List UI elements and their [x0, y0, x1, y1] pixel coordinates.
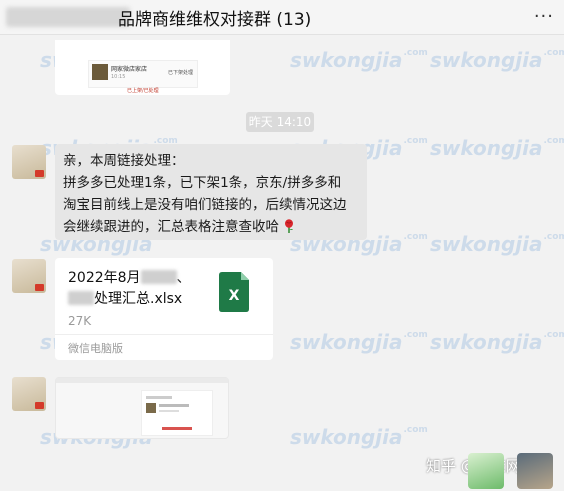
image-message-top[interactable]: 网家微店家店 10:15 已下架处理 已上架/已处理: [55, 40, 230, 95]
file-message-card[interactable]: 2022年8月、 处理汇总.xlsx X 27K 微信电脑版: [55, 258, 273, 360]
thumbnail-right: 已下架处理: [167, 70, 193, 76]
divider: [55, 334, 273, 335]
thumbnail-sub: 10:15: [111, 74, 126, 80]
image-message-bottom[interactable]: [55, 377, 229, 439]
watermark: swkongjia.com: [290, 425, 428, 449]
message-line: 淘宝目前线上是没有咱们链接的，后续情况这边: [63, 197, 347, 213]
avatar[interactable]: [12, 145, 46, 179]
file-source: 微信电脑版: [68, 342, 123, 355]
watermark: swkongjia.com: [430, 48, 564, 72]
avatar[interactable]: [12, 259, 46, 293]
thumbnail-link: 已上架/已处理: [127, 88, 159, 94]
more-options-icon[interactable]: ···: [534, 6, 554, 27]
file-name: 2022年8月、 处理汇总.xlsx: [68, 270, 191, 307]
watermark: swkongjia.com: [290, 330, 428, 354]
watermark: swkongjia.com: [430, 136, 564, 160]
thumbnail-row: 网家微店家店 10:15 已下架处理: [88, 60, 198, 88]
chat-title: 品牌商维维权对接群 (13): [118, 10, 312, 30]
screenshot-toolbar: [56, 378, 228, 383]
avatar[interactable]: [12, 377, 46, 411]
avatar[interactable]: [468, 453, 504, 489]
rose-emoji-icon: [285, 219, 294, 233]
thumbnail-title: 网家微店家店: [111, 66, 148, 73]
excel-x-icon: X: [219, 272, 249, 312]
message-timestamp: 昨天 14:10: [246, 112, 314, 132]
message-line: 拼多多已处理1条，已下架1条，京东/拼多多和: [63, 175, 342, 191]
file-size: 27K: [68, 314, 92, 328]
blurred-text: [140, 270, 177, 284]
blurred-text: [68, 291, 94, 305]
chat-titlebar: 品牌商维维权对接群 (13) ···: [0, 0, 564, 35]
watermark: swkongjia.com: [290, 48, 428, 72]
watermark: swkongjia.com: [430, 330, 564, 354]
text-message-bubble[interactable]: 亲，本周链接处理： 拼多多已处理1条，已下架1条，京东/拼多多和 淘宝目前线上是…: [55, 144, 367, 240]
watermark: swkongjia.com: [430, 232, 564, 256]
avatar[interactable]: [517, 453, 553, 489]
screenshot-panel: [141, 390, 213, 436]
excel-letter: X: [229, 288, 240, 304]
message-line: 亲，本周链接处理：: [63, 153, 185, 169]
product-thumbnail: [92, 64, 108, 80]
message-line: 会继续跟进的，汇总表格注意查收哈: [63, 216, 359, 238]
blurred-title-prefix: [6, 7, 130, 27]
